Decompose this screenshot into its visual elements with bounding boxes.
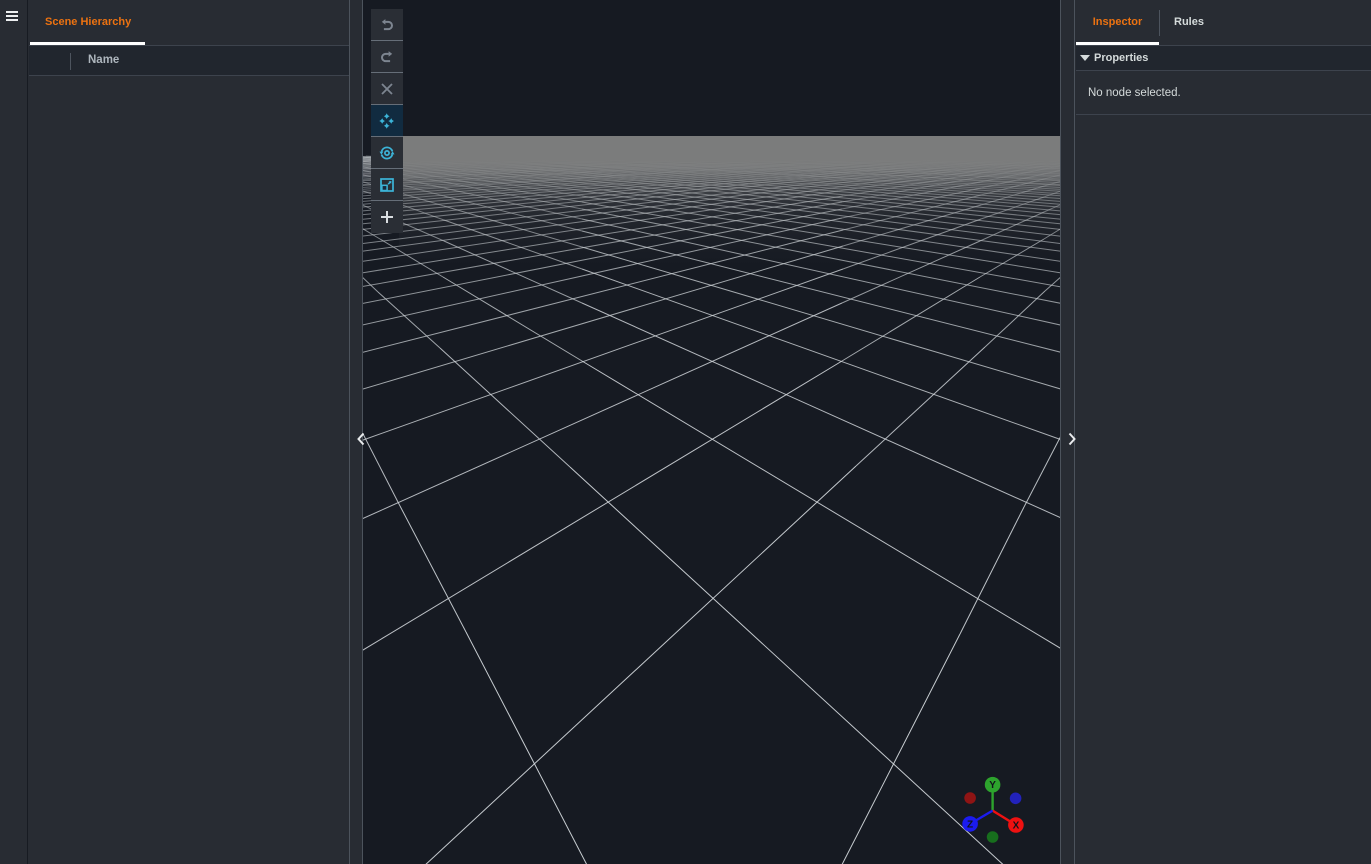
svg-text:X: X bbox=[1013, 820, 1020, 831]
svg-text:Y: Y bbox=[989, 780, 996, 791]
svg-text:Z: Z bbox=[967, 819, 973, 830]
